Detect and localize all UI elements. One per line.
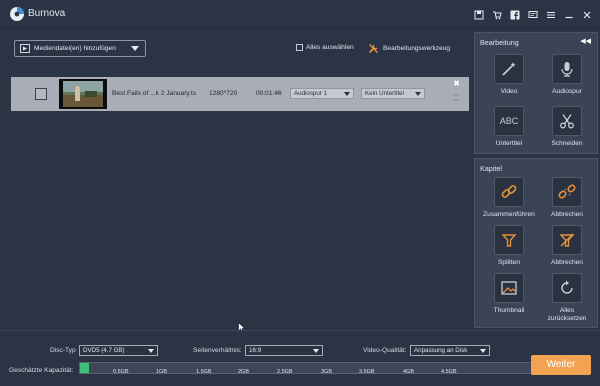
capacity-bar [79, 362, 533, 374]
tool-reset-all[interactable]: Alles zurücksetzen [540, 273, 594, 323]
chevron-down-icon [480, 349, 486, 353]
tool-label: Thumbnail [493, 307, 525, 314]
microphone-icon[interactable] [552, 54, 582, 84]
tool-cancel-split[interactable]: Abbrechen [540, 225, 594, 267]
remove-file-icon[interactable]: ✖ [453, 79, 460, 88]
file-list-area: Mediendatei(en) hinzufügen Alles auswähl… [0, 28, 472, 333]
move-down-icon[interactable]: ﹀ [453, 97, 459, 106]
add-media-label: Mediendatei(en) hinzufügen [34, 45, 116, 52]
video-quality-select[interactable]: Anpassung an Disk [410, 345, 490, 356]
tool-label: Abbrechen [551, 259, 583, 266]
tool-label: Abbrechen [551, 211, 583, 218]
capacity-tick: 2.5GB [277, 369, 293, 375]
tool-label: Untertitel [495, 140, 523, 147]
video-quality-value: Anpassung an Disk [414, 347, 468, 354]
chevron-down-icon [148, 349, 154, 353]
tool-label: Splitten [498, 259, 520, 266]
file-row[interactable]: Best Fails of ...k 2 January.ts 1280*720… [11, 77, 469, 111]
chevron-down-icon [313, 349, 319, 353]
capacity-tick: 4GB [403, 369, 415, 375]
tool-video[interactable]: Video [482, 54, 536, 96]
collapse-sidebar-icon[interactable]: ◀◀ [580, 37, 591, 45]
edit-tool-label: Bearbeitungswerkzeug [383, 45, 451, 52]
burnova-logo-icon [10, 7, 24, 21]
close-icon[interactable] [581, 9, 592, 20]
shopping-cart-icon[interactable] [491, 9, 502, 20]
reset-icon[interactable] [552, 273, 582, 303]
chevron-down-icon [344, 92, 350, 96]
capacity-tick: 1.5GB [196, 369, 212, 375]
chevron-down-icon [415, 92, 421, 96]
cancel-split-icon[interactable] [552, 225, 582, 255]
select-all-checkbox[interactable]: Alles auswählen [296, 44, 354, 51]
checkbox-icon[interactable] [296, 44, 303, 51]
tool-merge[interactable]: Zusammenführen [482, 177, 536, 219]
tool-audio-track[interactable]: Audiospur [540, 54, 594, 96]
feedback-icon[interactable] [527, 9, 538, 20]
subtitle-value: Kein Untertitel [365, 90, 404, 97]
tool-label: Video [500, 88, 518, 95]
edit-panel-title: Bearbeitung [480, 38, 519, 47]
tool-cut[interactable]: Schneiden [540, 106, 594, 148]
audio-track-select[interactable]: Audiospur 1 [290, 88, 354, 99]
app-title: Burnova [28, 8, 66, 19]
minimize-icon[interactable] [563, 9, 574, 20]
subtitle-select[interactable]: Kein Untertitel [361, 88, 425, 99]
tool-label: Audiospur [552, 88, 582, 95]
capacity-tick: 0.5GB [113, 369, 129, 375]
chapter-panel: Kapitel Zusammenführen Abbrechen Splitte… [474, 158, 598, 328]
tool-split[interactable]: Splitten [482, 225, 536, 267]
capacity-tick: 3.5GB [359, 369, 375, 375]
select-all-label: Alles auswählen [306, 44, 354, 51]
bottom-bar: Disc-Typ DVD5 (4.7 GB) Seitenverhältnis:… [0, 330, 600, 386]
file-resolution: 1280*720 [209, 90, 238, 97]
video-quality-label: Video-Qualität: [363, 347, 407, 354]
facebook-icon[interactable] [509, 9, 520, 20]
thumbnail-icon[interactable] [494, 273, 524, 303]
disc-type-select[interactable]: DVD5 (4.7 GB) [79, 345, 158, 356]
video-thumbnail [59, 79, 107, 109]
capacity-tick: 2GB [238, 369, 250, 375]
abc-text-icon[interactable]: ABC [494, 106, 524, 136]
capacity-fill [80, 363, 90, 373]
add-media-button[interactable]: Mediendatei(en) hinzufügen [14, 40, 146, 57]
merge-link-icon[interactable] [494, 177, 524, 207]
capacity-tick: 4.5GB [441, 369, 457, 375]
edit-tool-button[interactable]: Bearbeitungswerkzeug [368, 43, 450, 54]
menu-icon[interactable] [545, 9, 556, 20]
file-duration: 00:01:46 [256, 90, 282, 97]
chevron-down-icon[interactable] [131, 46, 139, 51]
sidebar: Bearbeitung ◀◀ Video Audiospur ABC Unter… [472, 28, 600, 330]
aspect-ratio-select[interactable]: 16:9 [245, 345, 323, 356]
capacity-tick: 3GB [321, 369, 333, 375]
tool-unlink[interactable]: Abbrechen [540, 177, 594, 219]
next-button[interactable]: Weiter [531, 355, 591, 375]
file-checkbox[interactable] [35, 88, 47, 100]
disc-type-value: DVD5 (4.7 GB) [83, 347, 125, 354]
chapter-panel-title: Kapitel [480, 164, 502, 173]
tool-label: Zusammenführen [483, 211, 535, 218]
title-bar: Burnova [0, 0, 600, 28]
tools-icon [368, 44, 378, 54]
audio-track-value: Audiospur 1 [294, 90, 328, 97]
media-file-icon [20, 44, 30, 53]
aspect-ratio-label: Seitenverhältnis: [193, 347, 242, 354]
edit-panel: Bearbeitung ◀◀ Video Audiospur ABC Unter… [474, 32, 598, 154]
scissors-icon[interactable] [552, 106, 582, 136]
tool-thumbnail[interactable]: Thumbnail [482, 273, 536, 315]
titlebar-icons [473, 9, 592, 20]
save-icon[interactable] [473, 9, 484, 20]
aspect-ratio-value: 16:9 [249, 347, 262, 354]
file-name: Best Fails of ...k 2 January.ts [112, 90, 197, 97]
capacity-label: Geschätzte Kapazität: [9, 367, 74, 374]
tool-label: Schneiden [551, 140, 583, 147]
abc-glyph: ABC [499, 116, 519, 126]
unlink-icon[interactable] [552, 177, 582, 207]
tool-subtitle[interactable]: ABC Untertitel [482, 106, 536, 148]
split-icon[interactable] [494, 225, 524, 255]
capacity-tick: 1GB [156, 369, 168, 375]
disc-type-label: Disc-Typ [50, 347, 76, 354]
magic-wand-icon[interactable] [494, 54, 524, 84]
tool-label: Alles zurücksetzen [547, 307, 587, 322]
